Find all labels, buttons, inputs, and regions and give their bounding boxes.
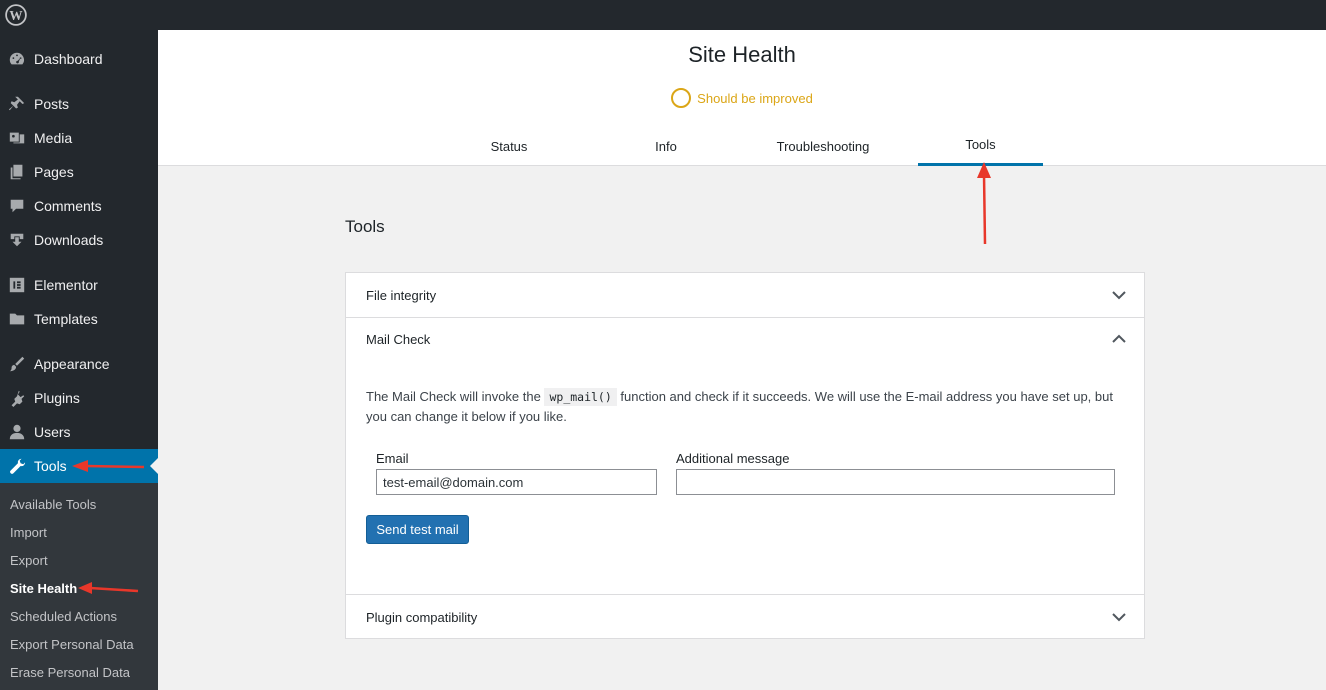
accordion-file-integrity[interactable]: File integrity [346,273,1144,317]
chevron-down-icon [1112,291,1126,300]
menu-label: Templates [34,311,98,327]
dashboard-icon [0,50,34,68]
folder-icon [0,310,34,328]
email-field[interactable] [376,469,657,495]
function-code: wp_mail() [544,388,617,406]
paintbrush-icon [0,355,34,373]
accordion-mail-check[interactable]: Mail Check [346,317,1144,361]
wordpress-logo-icon[interactable]: W [5,4,27,26]
accordion-title: Plugin compatibility [366,609,478,625]
additional-message-label: Additional message [676,451,790,466]
submenu-import[interactable]: Import [10,518,47,546]
page-title: Site Health [688,42,796,67]
email-label: Email [376,451,409,466]
chevron-up-icon [1112,334,1126,343]
menu-item-comments[interactable]: Comments [0,189,158,223]
menu-label: Plugins [34,390,80,406]
accordion-plugin-compatibility[interactable]: Plugin compatibility [346,595,1144,639]
menu-label: Media [34,130,73,146]
menu-item-elementor[interactable]: Elementor [0,268,158,302]
menu-label: Comments [34,198,102,214]
admin-bar: W [0,0,1326,30]
tools-accordion: File integrity Mail Check The Mail Check… [345,272,1145,639]
menu-item-templates[interactable]: Templates [0,302,158,336]
menu-label: Appearance [34,356,110,372]
menu-item-posts[interactable]: Posts [0,87,158,121]
svg-text:W: W [9,8,22,23]
menu-label: Posts [34,96,70,112]
submenu-site-health[interactable]: Site Health [10,574,77,602]
submenu-export[interactable]: Export [10,546,48,574]
pin-icon [0,95,34,113]
menu-item-downloads[interactable]: Downloads [0,223,158,257]
annotation-arrow-tools-menu [72,460,145,472]
site-health-header: Site Health Should be improved Status In… [158,30,1326,166]
submenu-scheduled-actions[interactable]: Scheduled Actions [10,602,117,630]
user-icon [0,423,34,441]
accordion-title: Mail Check [366,331,431,347]
menu-item-media[interactable]: Media [0,121,158,155]
plugin-icon [0,389,34,407]
menu-item-pages[interactable]: Pages [0,155,158,189]
mail-check-description: The Mail Check will invoke the wp_mail()… [366,387,1126,427]
menu-item-users[interactable]: Users [0,415,158,449]
send-test-mail-button[interactable]: Send test mail [366,515,469,544]
submenu-available-tools[interactable]: Available Tools [10,490,96,518]
tab-status[interactable]: Status [448,126,570,166]
accordion-title: File integrity [366,287,437,303]
menu-label: Tools [34,458,67,474]
section-title: Tools [345,217,385,236]
comment-icon [0,197,34,215]
chevron-down-icon [1112,613,1126,622]
menu-item-dashboard[interactable]: Dashboard [0,42,158,76]
health-status: Should be improved [158,88,1326,108]
submenu-export-personal-data[interactable]: Export Personal Data [10,630,134,658]
tab-info[interactable]: Info [604,126,728,166]
elementor-icon [0,276,34,294]
download-icon [0,231,34,249]
menu-item-appearance[interactable]: Appearance [0,347,158,381]
submenu-erase-personal-data[interactable]: Erase Personal Data [10,658,130,686]
pages-icon [0,163,34,181]
menu-label: Downloads [34,232,104,248]
media-icon [0,129,34,147]
tab-troubleshooting[interactable]: Troubleshooting [760,126,886,166]
annotation-arrow-tools-tab [977,162,991,245]
menu-label: Elementor [34,277,98,293]
menu-label: Users [34,424,71,440]
description-text: The Mail Check will invoke the [366,389,545,404]
status-text: Should be improved [697,90,813,106]
annotation-arrow-site-health [78,582,139,594]
menu-label: Pages [34,164,74,180]
additional-message-field[interactable] [676,469,1115,495]
wrench-icon [0,457,34,475]
menu-item-plugins[interactable]: Plugins [0,381,158,415]
menu-label: Dashboard [34,51,103,67]
status-ring-icon [671,88,692,108]
